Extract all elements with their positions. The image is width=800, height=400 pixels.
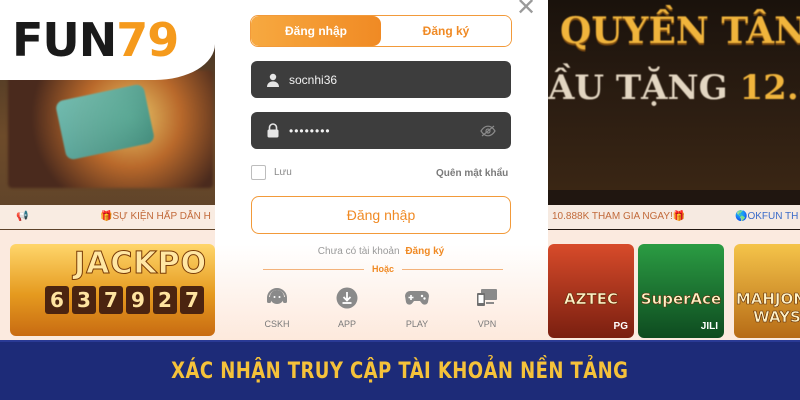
login-button[interactable]: Đăng nhập (251, 196, 511, 234)
logo-text-fun: FUN (12, 13, 117, 67)
remember-me: Lưu (251, 165, 292, 180)
quick-link-play[interactable]: PLAY (392, 286, 442, 329)
game-card-title: MAHJONG WAYS (735, 290, 800, 327)
banner-line-2-b: 12.88 (739, 68, 800, 108)
game-card-provider: JILI (700, 321, 718, 332)
quick-link-cskh[interactable]: CSKH (252, 286, 302, 329)
tab-login[interactable]: Đăng nhập (251, 16, 381, 46)
divider-line (402, 268, 504, 270)
ticker-text-2: 10.888K THAM GIA NGAY!🎁 (552, 211, 686, 222)
forgot-password-link[interactable]: Quên mật khẩu (436, 168, 508, 179)
signup-question: Chưa có tài khoản (317, 246, 400, 257)
caption-bar: XÁC NHẬN TRUY CẬP TÀI KHOẢN NỀN TẢNG (0, 340, 800, 400)
download-icon (334, 286, 360, 310)
password-value: •••••••• (289, 123, 331, 138)
remember-checkbox[interactable] (251, 165, 266, 180)
jackpot-digit: 7 (99, 286, 123, 314)
banner-line-2-a: ẦU TẶNG (548, 68, 740, 108)
password-field[interactable]: •••••••• (251, 112, 511, 149)
megaphone-icon: 📢 (16, 211, 29, 222)
jackpot-digit: 9 (126, 286, 150, 314)
caption-title: XÁC NHẬN TRUY CẬP TÀI KHOẢN NỀN TẢNG (171, 358, 629, 384)
jackpot-digit: 7 (180, 286, 204, 314)
username-field[interactable]: socnhi36 (251, 61, 511, 98)
ticker-text-3: 🌎OKFUN TH (735, 211, 799, 222)
remember-label: Lưu (274, 167, 292, 178)
logo-container: FUN79 (0, 0, 215, 80)
divider-line (263, 268, 364, 270)
jackpot-digit: 3 (72, 286, 96, 314)
jackpot-counter: 6 3 7 9 2 7 (45, 286, 204, 314)
quick-link-label: APP (337, 319, 356, 329)
quick-link-app[interactable]: APP (322, 286, 372, 329)
gamepad-icon (404, 286, 430, 310)
auth-tabs: Đăng nhập Đăng ký (250, 15, 512, 47)
eye-off-icon[interactable] (479, 124, 497, 138)
quick-link-vpn[interactable]: VPN (462, 286, 512, 329)
username-value: socnhi36 (289, 72, 338, 87)
vpn-icon (474, 286, 500, 310)
quick-link-label: VPN (477, 319, 497, 329)
game-card-provider: PG (613, 321, 628, 332)
ticker-text-1: 🎁SỰ KIỆN HẤP DẪN H (100, 211, 211, 222)
jackpot-title: JACKPO (73, 246, 208, 282)
signup-link[interactable]: Đăng ký (405, 246, 444, 257)
brand-logo[interactable]: FUN79 (12, 12, 179, 68)
logo-text-79: 79 (116, 13, 179, 67)
close-icon[interactable]: ✕ (515, 0, 537, 20)
quick-link-label: PLAY (405, 319, 429, 329)
jackpot-digit: 6 (45, 286, 69, 314)
tab-register[interactable]: Đăng ký (381, 16, 511, 46)
quick-link-label: CSKH (264, 319, 290, 329)
banner-line-1: QUYỀN TÂN T (560, 10, 800, 52)
game-card-superace[interactable]: SuperAce JILI (638, 244, 724, 338)
game-card-title: AZTEC (564, 290, 619, 309)
lock-icon (265, 123, 281, 139)
or-label: Hoặc (372, 264, 395, 274)
game-card-mahjong[interactable]: MAHJONG WAYS (734, 244, 800, 338)
game-card-title: SuperAce (640, 290, 722, 309)
signup-row: Chưa có tài khoản Đăng ký (251, 246, 511, 257)
user-icon (265, 72, 281, 88)
jackpot-digit: 2 (153, 286, 177, 314)
or-divider: Hoặc (263, 264, 504, 274)
support-icon (264, 286, 290, 310)
banner-line-2: ẦU TẶNG 12.88 (548, 68, 800, 108)
game-card-aztec[interactable]: AZTEC PG (548, 244, 634, 338)
